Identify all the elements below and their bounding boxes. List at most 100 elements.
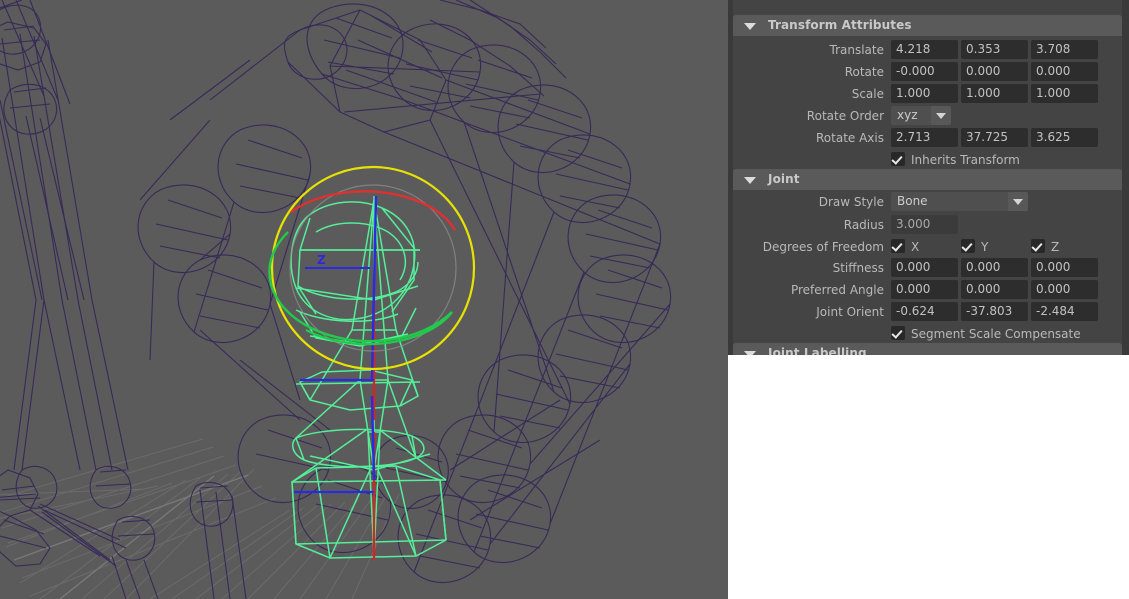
draw-style-value: Bone — [897, 194, 928, 208]
preferred-angle-x-field[interactable]: 0.000 — [891, 280, 958, 299]
rotate-axis-y-field[interactable]: 37.725 — [961, 128, 1028, 147]
chevron-down-icon — [744, 351, 756, 355]
rotate-axis-y-value: 37.725 — [966, 130, 1008, 144]
dof-y-checkbox[interactable] — [961, 239, 975, 253]
scale-z-field[interactable]: 1.000 — [1031, 84, 1098, 103]
ground-grid-major — [13, 474, 249, 599]
attr-row-translate: Translate 4.218 0.353 3.708 — [733, 40, 1122, 62]
rotate-x-value: -0.000 — [896, 64, 935, 78]
translate-y-field[interactable]: 0.353 — [961, 40, 1028, 59]
rotate-order-dropdown[interactable]: xyz — [891, 106, 951, 125]
attribute-editor-panel[interactable]: Transform Attributes Translate 4.218 0.3… — [728, 0, 1129, 599]
scale-y-value: 1.000 — [966, 86, 1001, 100]
chevron-down-icon[interactable] — [931, 106, 951, 125]
dof-z-checkbox[interactable] — [1031, 239, 1045, 253]
attr-row-joint-orient: Joint Orient -0.624 -37.803 -2.484 — [733, 302, 1122, 324]
preferred-angle-y-value: 0.000 — [966, 282, 1001, 296]
attr-row-draw-style: Draw Style Bone — [733, 192, 1122, 214]
label-dof-x: X — [911, 240, 920, 254]
rotate-axis-x-field[interactable]: 2.713 — [891, 128, 958, 147]
inherits-transform-checkbox[interactable] — [891, 152, 905, 166]
translate-x-value: 4.218 — [896, 42, 931, 56]
stiffness-z-value: 0.000 — [1036, 260, 1071, 274]
translate-y-value: 0.353 — [966, 42, 1001, 56]
joint-orient-y-value: -37.803 — [966, 304, 1013, 318]
attr-row-radius: Radius 3.000 — [733, 215, 1122, 237]
joint-orient-x-value: -0.624 — [896, 304, 935, 318]
stiffness-y-field[interactable]: 0.000 — [961, 258, 1028, 277]
label-dof-y: Y — [981, 240, 989, 254]
viewport-scene: Z — [0, 0, 672, 599]
label-joint-orient: Joint Orient — [816, 305, 884, 319]
manipulator-z-label: Z — [317, 253, 326, 267]
joint-orient-x-field[interactable]: -0.624 — [891, 302, 958, 321]
section-header-joint-labelling[interactable]: Joint Labelling — [733, 343, 1122, 355]
rotate-y-value: 0.000 — [966, 64, 1001, 78]
label-degrees-of-freedom: Degrees of Freedom — [762, 240, 884, 254]
chevron-down-icon — [744, 177, 756, 184]
segment-scale-compensate-checkbox[interactable] — [891, 326, 905, 340]
attr-row-rotate: Rotate -0.000 0.000 0.000 — [733, 62, 1122, 84]
label-preferred-angle: Preferred Angle — [790, 283, 884, 297]
translate-x-field[interactable]: 4.218 — [891, 40, 958, 59]
label-radius: Radius — [843, 218, 884, 232]
section-title-transform-attributes: Transform Attributes — [768, 18, 912, 32]
stiffness-y-value: 0.000 — [966, 260, 1001, 274]
rotate-z-field[interactable]: 0.000 — [1031, 62, 1098, 81]
scale-z-value: 1.000 — [1036, 86, 1071, 100]
rotate-y-field[interactable]: 0.000 — [961, 62, 1028, 81]
label-draw-style: Draw Style — [818, 195, 884, 209]
chevron-down-icon — [744, 23, 756, 30]
section-title-joint-labelling: Joint Labelling — [768, 346, 867, 355]
chevron-down-icon[interactable] — [1008, 192, 1028, 211]
stiffness-z-field[interactable]: 0.000 — [1031, 258, 1098, 277]
preferred-angle-z-value: 0.000 — [1036, 282, 1071, 296]
translate-z-field[interactable]: 3.708 — [1031, 40, 1098, 59]
rotate-axis-z-value: 3.625 — [1036, 130, 1071, 144]
wireframe-mesh — [0, 0, 672, 599]
rotate-z-value: 0.000 — [1036, 64, 1071, 78]
section-title-joint: Joint — [768, 172, 800, 186]
label-inherits-transform: Inherits Transform — [911, 153, 1020, 167]
rotate-order-value: xyz — [897, 108, 918, 122]
joint-orient-z-field[interactable]: -2.484 — [1031, 302, 1098, 321]
attr-row-rotate-axis: Rotate Axis 2.713 37.725 3.625 — [733, 128, 1122, 150]
preferred-angle-z-field[interactable]: 0.000 — [1031, 280, 1098, 299]
dof-x-checkbox[interactable] — [891, 239, 905, 253]
radius-value: 3.000 — [896, 217, 931, 231]
attr-row-preferred-angle: Preferred Angle 0.000 0.000 0.000 — [733, 280, 1122, 302]
preferred-angle-x-value: 0.000 — [896, 282, 931, 296]
label-rotate-order: Rotate Order — [806, 109, 884, 123]
maya-application-window: Z Transform Attributes Translate 4.218 0… — [0, 0, 1129, 599]
label-stiffness: Stiffness — [832, 261, 884, 275]
manipulator-y-ring — [268, 231, 453, 343]
rotate-x-field[interactable]: -0.000 — [891, 62, 958, 81]
attr-row-scale: Scale 1.000 1.000 1.000 — [733, 84, 1122, 106]
joint-orient-y-field[interactable]: -37.803 — [961, 302, 1028, 321]
attr-row-rotate-order: Rotate Order xyz — [733, 106, 1122, 128]
label-segment-scale-compensate: Segment Scale Compensate — [911, 327, 1081, 341]
maya-3d-viewport[interactable]: Z — [0, 0, 728, 599]
attr-row-degrees-of-freedom: Degrees of Freedom X Y Z — [733, 237, 1122, 259]
attr-row-stiffness: Stiffness 0.000 0.000 0.000 — [733, 258, 1122, 280]
scale-y-field[interactable]: 1.000 — [961, 84, 1028, 103]
stiffness-x-field[interactable]: 0.000 — [891, 258, 958, 277]
scale-x-field[interactable]: 1.000 — [891, 84, 958, 103]
preferred-angle-y-field[interactable]: 0.000 — [961, 280, 1028, 299]
rotate-axis-z-field[interactable]: 3.625 — [1031, 128, 1098, 147]
label-dof-z: Z — [1051, 240, 1060, 254]
scale-x-value: 1.000 — [896, 86, 931, 100]
panel-right-gutter[interactable] — [1122, 0, 1129, 355]
label-scale: Scale — [851, 87, 884, 101]
draw-style-dropdown[interactable]: Bone — [891, 192, 1028, 211]
stiffness-x-value: 0.000 — [896, 260, 931, 274]
section-header-joint[interactable]: Joint — [733, 169, 1122, 190]
section-header-transform-attributes[interactable]: Transform Attributes — [733, 15, 1122, 36]
radius-field[interactable]: 3.000 — [891, 215, 958, 234]
translate-z-value: 3.708 — [1036, 42, 1071, 56]
label-rotate-axis: Rotate Axis — [816, 131, 884, 145]
attribute-editor-body: Transform Attributes Translate 4.218 0.3… — [733, 0, 1122, 355]
label-translate: Translate — [829, 43, 885, 57]
joint-orient-z-value: -2.484 — [1036, 304, 1075, 318]
label-rotate: Rotate — [844, 65, 884, 79]
